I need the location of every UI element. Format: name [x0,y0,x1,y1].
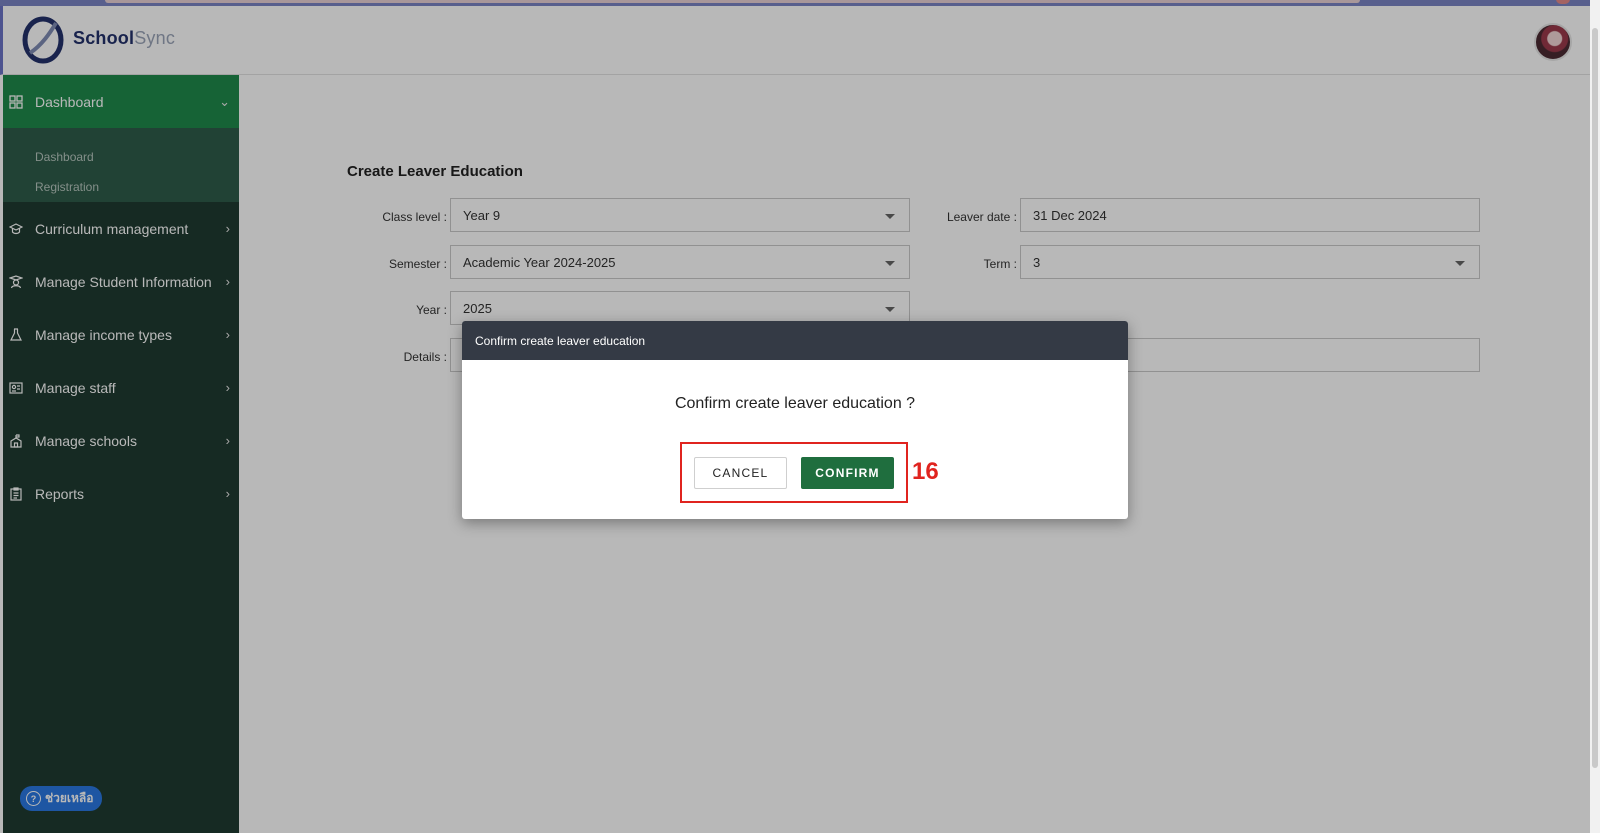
annotation-step-number: 16 [912,458,939,485]
annotation-highlight-box [680,442,908,503]
dialog-title: Confirm create leaver education [462,321,1128,360]
page-scrollbar[interactable] [1590,0,1600,833]
dialog-message: Confirm create leaver education ? [674,395,916,412]
scrollbar-thumb[interactable] [1592,28,1598,768]
